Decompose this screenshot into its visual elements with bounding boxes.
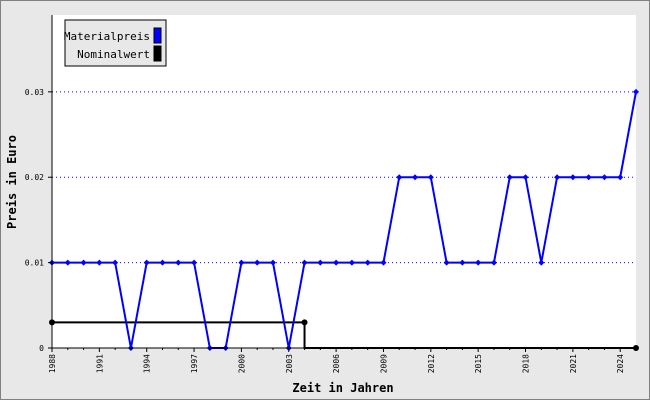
legend-swatch-materialpreis bbox=[153, 27, 162, 44]
x-ticks: 1988 1991 1994 1997 2000 2003 2006 2009 2012 2015… bbox=[48, 348, 637, 373]
legend-label-materialpreis: Materialpreis bbox=[64, 30, 150, 43]
y-tick-label-3: 0.03 bbox=[25, 88, 44, 97]
x-tick-label-6: 2006 bbox=[332, 354, 341, 373]
x-tick-label-10: 2018 bbox=[522, 354, 531, 373]
x-tick-label-1: 1991 bbox=[95, 354, 104, 373]
x-tick-label-5: 2003 bbox=[285, 354, 294, 373]
x-axis-title: Zeit in Jahren bbox=[292, 381, 393, 395]
legend-label-nominalwert: Nominalwert bbox=[77, 48, 150, 61]
x-tick-label-7: 2009 bbox=[379, 354, 388, 373]
x-tick-label-11: 2021 bbox=[569, 354, 578, 373]
y-tick-label-1: 0.01 bbox=[25, 259, 44, 268]
legend: Materialpreis Nominalwert bbox=[64, 19, 167, 67]
x-tick-label-8: 2012 bbox=[427, 354, 436, 373]
y-axis-title: Preis in Euro bbox=[5, 135, 19, 229]
y-tick-label-2: 0.02 bbox=[25, 173, 44, 182]
x-tick-label-0: 1988 bbox=[48, 354, 57, 373]
x-tick-label-9: 2015 bbox=[474, 354, 483, 373]
x-tick-label-12: 2024 bbox=[616, 354, 625, 373]
y-tick-label-0: 0 bbox=[39, 344, 44, 353]
line-chart: 0 0.01 0.02 0.03 1988 1991 1994 1997 2000 2003 20… bbox=[5, 15, 639, 395]
legend-swatch-nominalwert bbox=[153, 45, 162, 62]
y-ticks: 0 0.01 0.02 0.03 bbox=[25, 88, 52, 353]
x-tick-label-2: 1994 bbox=[143, 354, 152, 373]
x-tick-label-4: 2000 bbox=[237, 354, 246, 373]
x-tick-label-3: 1997 bbox=[190, 354, 199, 373]
point-nominalwert-0 bbox=[301, 319, 308, 326]
